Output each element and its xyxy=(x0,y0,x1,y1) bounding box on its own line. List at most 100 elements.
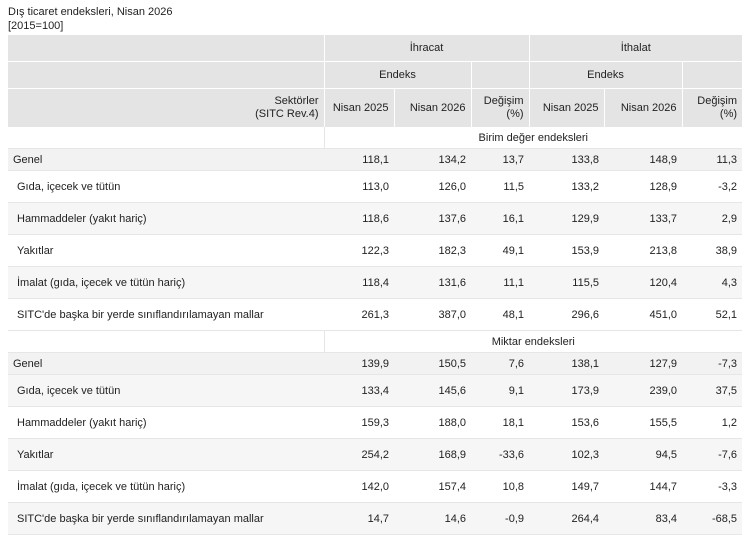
header-change-line2: (%) xyxy=(719,108,738,120)
cell-import-change: 2,9 xyxy=(682,202,743,235)
cell-import-prev: 133,8 xyxy=(529,148,605,171)
cell-import-curr: 451,0 xyxy=(604,298,683,331)
sector-name: Hammaddeler (yakıt hariç) xyxy=(8,202,324,235)
cell-import-curr: 144,7 xyxy=(604,470,683,503)
section-blank-cell xyxy=(8,127,325,149)
table-row: Genel 118,1 134,2 13,7 133,8 148,9 11,3 xyxy=(8,148,743,171)
cell-export-change: 16,1 xyxy=(471,202,530,235)
cell-export-prev: 133,4 xyxy=(324,374,394,407)
cell-import-change: 52,1 xyxy=(682,298,743,331)
table-row: Yakıtlar 122,3 182,3 49,1 153,9 213,8 38,9 xyxy=(8,234,743,267)
cell-import-prev: 102,3 xyxy=(529,438,605,471)
cell-export-prev: 14,7 xyxy=(324,502,394,535)
cell-export-change: 18,1 xyxy=(471,406,530,439)
cell-export-curr: 168,9 xyxy=(394,438,471,471)
cell-import-curr: 127,9 xyxy=(604,352,683,375)
cell-export-prev: 142,0 xyxy=(324,470,394,503)
cell-import-change: -3,2 xyxy=(682,170,743,203)
cell-export-curr: 14,6 xyxy=(394,502,471,535)
sector-name: Genel xyxy=(8,352,324,375)
header-blank xyxy=(8,61,324,89)
cell-export-prev: 118,6 xyxy=(324,202,394,235)
cell-import-curr: 239,0 xyxy=(604,374,683,407)
header-change-line2: (%) xyxy=(506,108,524,120)
cell-export-prev: 261,3 xyxy=(324,298,394,331)
section-title: Miktar endeksleri xyxy=(324,330,743,353)
cell-export-curr: 387,0 xyxy=(394,298,471,331)
cell-import-curr: 83,4 xyxy=(604,502,683,535)
cell-import-curr: 213,8 xyxy=(604,234,683,267)
cell-export-change: 11,1 xyxy=(471,266,530,299)
cell-export-change: 13,7 xyxy=(471,148,530,171)
header-export-index: Endeks xyxy=(323,61,471,89)
cell-import-prev: 264,4 xyxy=(529,502,605,535)
table-row: Yakıtlar 254,2 168,9 -33,6 102,3 94,5 -7,6 xyxy=(8,438,743,471)
cell-export-prev: 122,3 xyxy=(324,234,394,267)
base-year-note: [2015=100] xyxy=(8,20,64,32)
cell-export-prev: 113,0 xyxy=(324,170,394,203)
cell-import-change: 38,9 xyxy=(682,234,743,267)
cell-export-prev: 254,2 xyxy=(324,438,394,471)
cell-import-curr: 133,7 xyxy=(604,202,683,235)
header-export-change: Değişim (%) xyxy=(470,88,530,127)
sector-name: SITC'de başka bir yerde sınıflandırılama… xyxy=(8,502,324,535)
cell-export-change: 9,1 xyxy=(471,374,530,407)
cell-import-change: -7,6 xyxy=(682,438,743,471)
cell-import-prev: 153,9 xyxy=(529,234,605,267)
cell-import-curr: 94,5 xyxy=(604,438,683,471)
trade-index-table: İhracat İthalat Endeks Endeks Sektörler … xyxy=(8,35,743,535)
cell-export-change: -33,6 xyxy=(471,438,530,471)
cell-import-change: -7,3 xyxy=(682,352,743,375)
header-blank xyxy=(8,35,324,62)
table-row: Hammaddeler (yakıt hariç) 159,3 188,0 18,1 1… xyxy=(8,406,743,439)
sector-name: Yakıtlar xyxy=(8,234,324,267)
cell-export-change: 7,6 xyxy=(471,352,530,375)
page: Dış ticaret endeksleri, Nisan 2026 [2015… xyxy=(0,0,750,535)
sector-name: Hammaddeler (yakıt hariç) xyxy=(8,406,324,439)
header-change-line1: Değişim xyxy=(697,95,738,107)
sector-name: İmalat (gıda, içecek ve tütün hariç) xyxy=(8,266,324,299)
cell-export-curr: 157,4 xyxy=(394,470,471,503)
header-sectors-line2: (SITC Rev.4) xyxy=(255,108,319,120)
cell-import-curr: 148,9 xyxy=(604,148,683,171)
cell-export-prev: 139,9 xyxy=(324,352,394,375)
table-row: Gıda, içecek ve tütün 133,4 145,6 9,1 173,9 2… xyxy=(8,374,743,407)
sector-name: Gıda, içecek ve tütün xyxy=(8,170,324,203)
section-row: Birim değer endeksleri xyxy=(8,127,743,149)
cell-import-prev: 149,7 xyxy=(529,470,605,503)
cell-export-change: -0,9 xyxy=(471,502,530,535)
cell-import-change: 11,3 xyxy=(682,148,743,171)
header-export-prev: Nisan 2025 xyxy=(323,88,394,127)
header-sectors: Sektörler (SITC Rev.4) xyxy=(8,88,324,127)
cell-export-curr: 126,0 xyxy=(394,170,471,203)
cell-export-change: 49,1 xyxy=(471,234,530,267)
cell-export-curr: 131,6 xyxy=(394,266,471,299)
cell-import-curr: 128,9 xyxy=(604,170,683,203)
table-row: SITC'de başka bir yerde sınıflandırılama… xyxy=(8,502,743,535)
cell-import-change: -68,5 xyxy=(682,502,743,535)
table-body: Birim değer endeksleri Genel 118,1 134,2 13,… xyxy=(8,127,743,535)
cell-export-prev: 118,4 xyxy=(324,266,394,299)
sector-name: Genel xyxy=(8,148,324,171)
cell-export-curr: 145,6 xyxy=(394,374,471,407)
header-change-line1: Değişim xyxy=(483,95,524,107)
cell-export-prev: 118,1 xyxy=(324,148,394,171)
cell-import-prev: 133,2 xyxy=(529,170,605,203)
cell-import-change: 37,5 xyxy=(682,374,743,407)
cell-import-curr: 120,4 xyxy=(604,266,683,299)
cell-import-change: 4,3 xyxy=(682,266,743,299)
header-sectors-line1: Sektörler xyxy=(274,95,319,107)
cell-import-prev: 296,6 xyxy=(529,298,605,331)
table-row: Gıda, içecek ve tütün 113,0 126,0 11,5 133,2… xyxy=(8,170,743,203)
table-header: İhracat İthalat Endeks Endeks Sektörler … xyxy=(8,35,743,127)
cell-import-change: 1,2 xyxy=(682,406,743,439)
cell-import-prev: 153,6 xyxy=(529,406,605,439)
section-row: Miktar endeksleri xyxy=(8,330,743,353)
sector-name: İmalat (gıda, içecek ve tütün hariç) xyxy=(8,470,324,503)
header-blank xyxy=(470,61,530,89)
header-import-change: Değişim (%) xyxy=(681,88,743,127)
cell-export-curr: 137,6 xyxy=(394,202,471,235)
header-export-curr: Nisan 2026 xyxy=(393,88,471,127)
page-title: Dış ticaret endeksleri, Nisan 2026 xyxy=(8,6,173,18)
header-export: İhracat xyxy=(323,35,530,62)
